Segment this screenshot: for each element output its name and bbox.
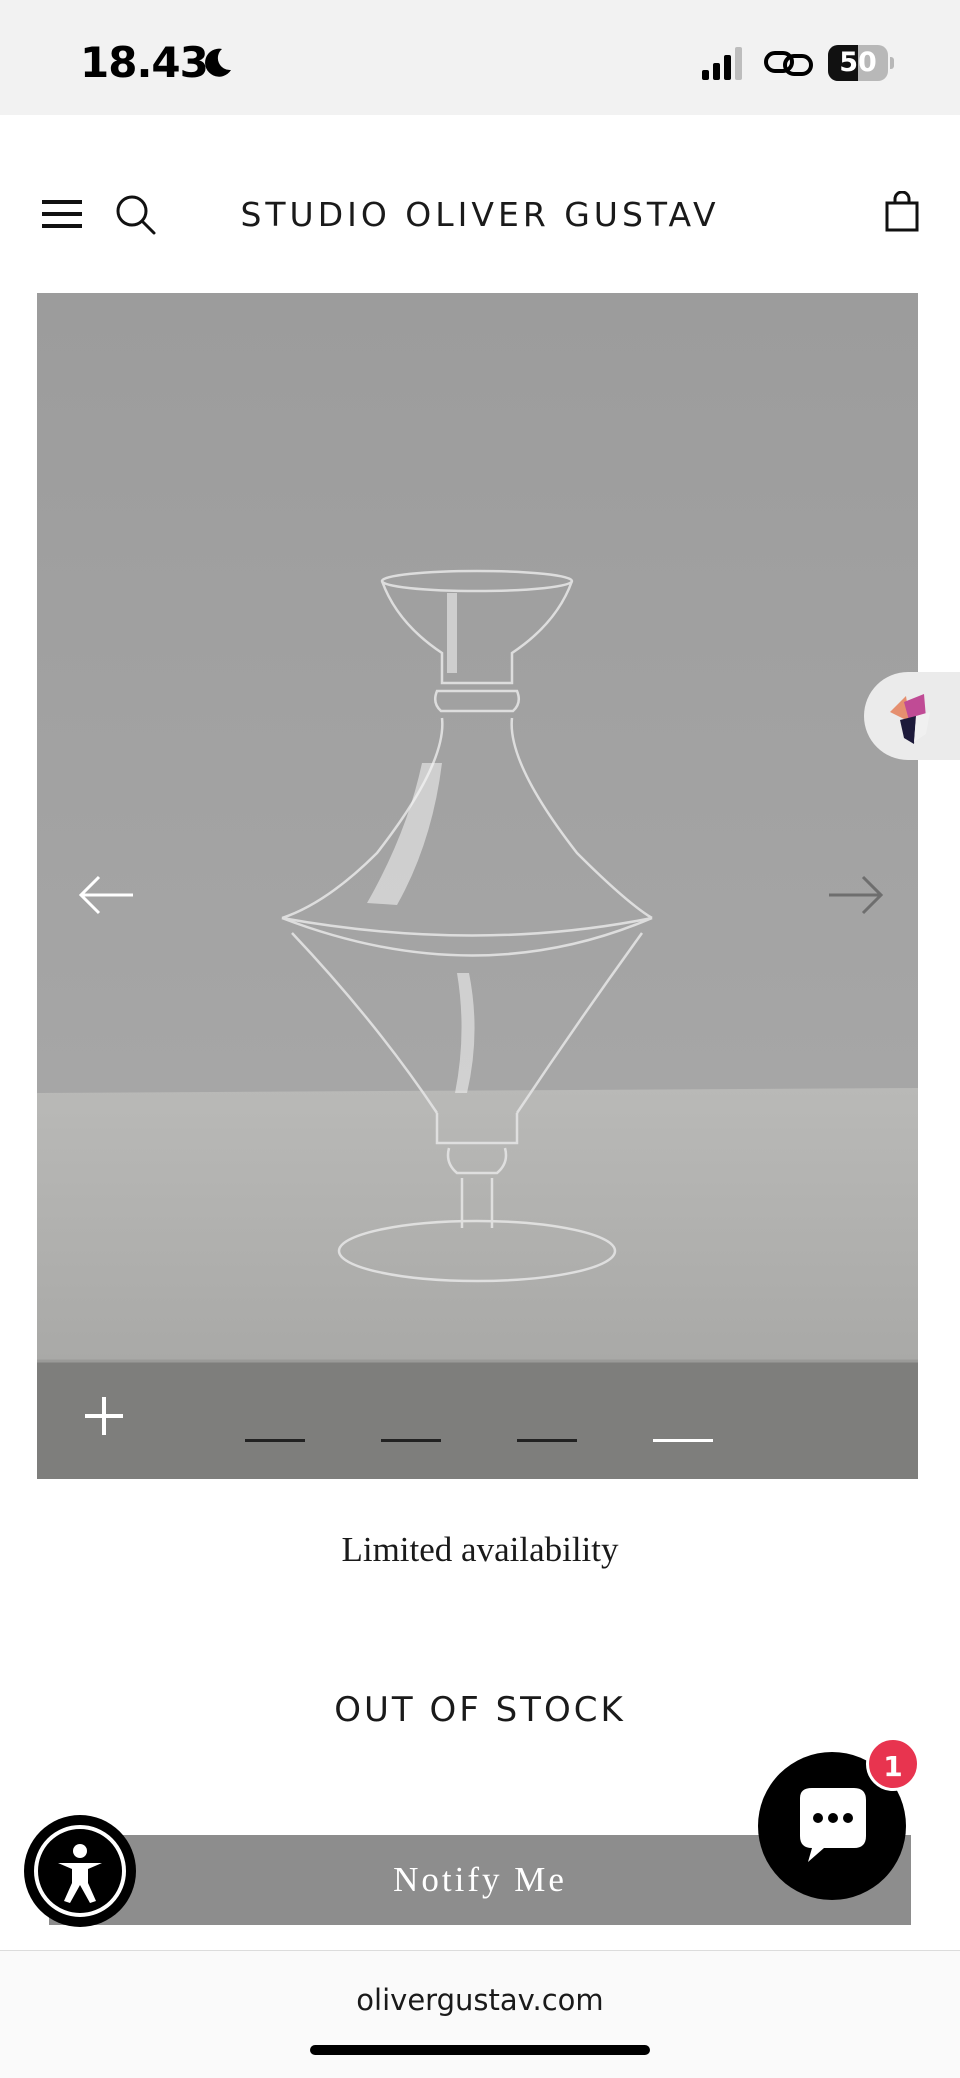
accessibility-icon: [34, 1825, 126, 1917]
status-time: 18.43: [80, 38, 209, 87]
battery-level: 50: [839, 47, 877, 78]
slide-indicator[interactable]: [517, 1439, 577, 1442]
battery-body: 50: [828, 45, 888, 81]
accessibility-button[interactable]: [24, 1815, 136, 1927]
search-icon[interactable]: [114, 193, 158, 237]
brand-logo[interactable]: STUDIO OLIVER GUSTAV: [200, 195, 760, 234]
status-bar: 18.43 50: [0, 0, 960, 115]
chat-notification-badge: 1: [866, 1737, 920, 1791]
menu-icon[interactable]: [42, 198, 82, 230]
cellular-signal-icon: [702, 47, 742, 80]
battery-indicator: 50: [828, 45, 894, 81]
stock-status: OUT OF STOCK: [334, 1690, 626, 1730]
product-image: [37, 293, 918, 1479]
arrow-right-icon[interactable]: [825, 873, 885, 917]
cart-icon[interactable]: [884, 191, 920, 233]
url-text[interactable]: olivergustav.com: [0, 1983, 960, 2017]
slide-indicator[interactable]: [381, 1439, 441, 1442]
app-logo-icon: [890, 694, 930, 744]
site-header: STUDIO OLIVER GUSTAV: [0, 115, 960, 293]
personal-hotspot-icon: [764, 51, 813, 76]
plus-icon[interactable]: [81, 1393, 127, 1439]
availability-text: Limited availability: [341, 1530, 619, 1569]
product-gallery[interactable]: [37, 293, 918, 1479]
browser-url-bar[interactable]: olivergustav.com: [0, 1950, 960, 2078]
battery-tip: [890, 57, 894, 69]
moon-icon: [205, 48, 231, 77]
floating-app-badge[interactable]: [864, 672, 960, 760]
arrow-left-icon[interactable]: [77, 873, 137, 917]
home-indicator[interactable]: [310, 2045, 650, 2055]
slide-indicator[interactable]: [653, 1439, 713, 1442]
slide-indicator[interactable]: [245, 1439, 305, 1442]
